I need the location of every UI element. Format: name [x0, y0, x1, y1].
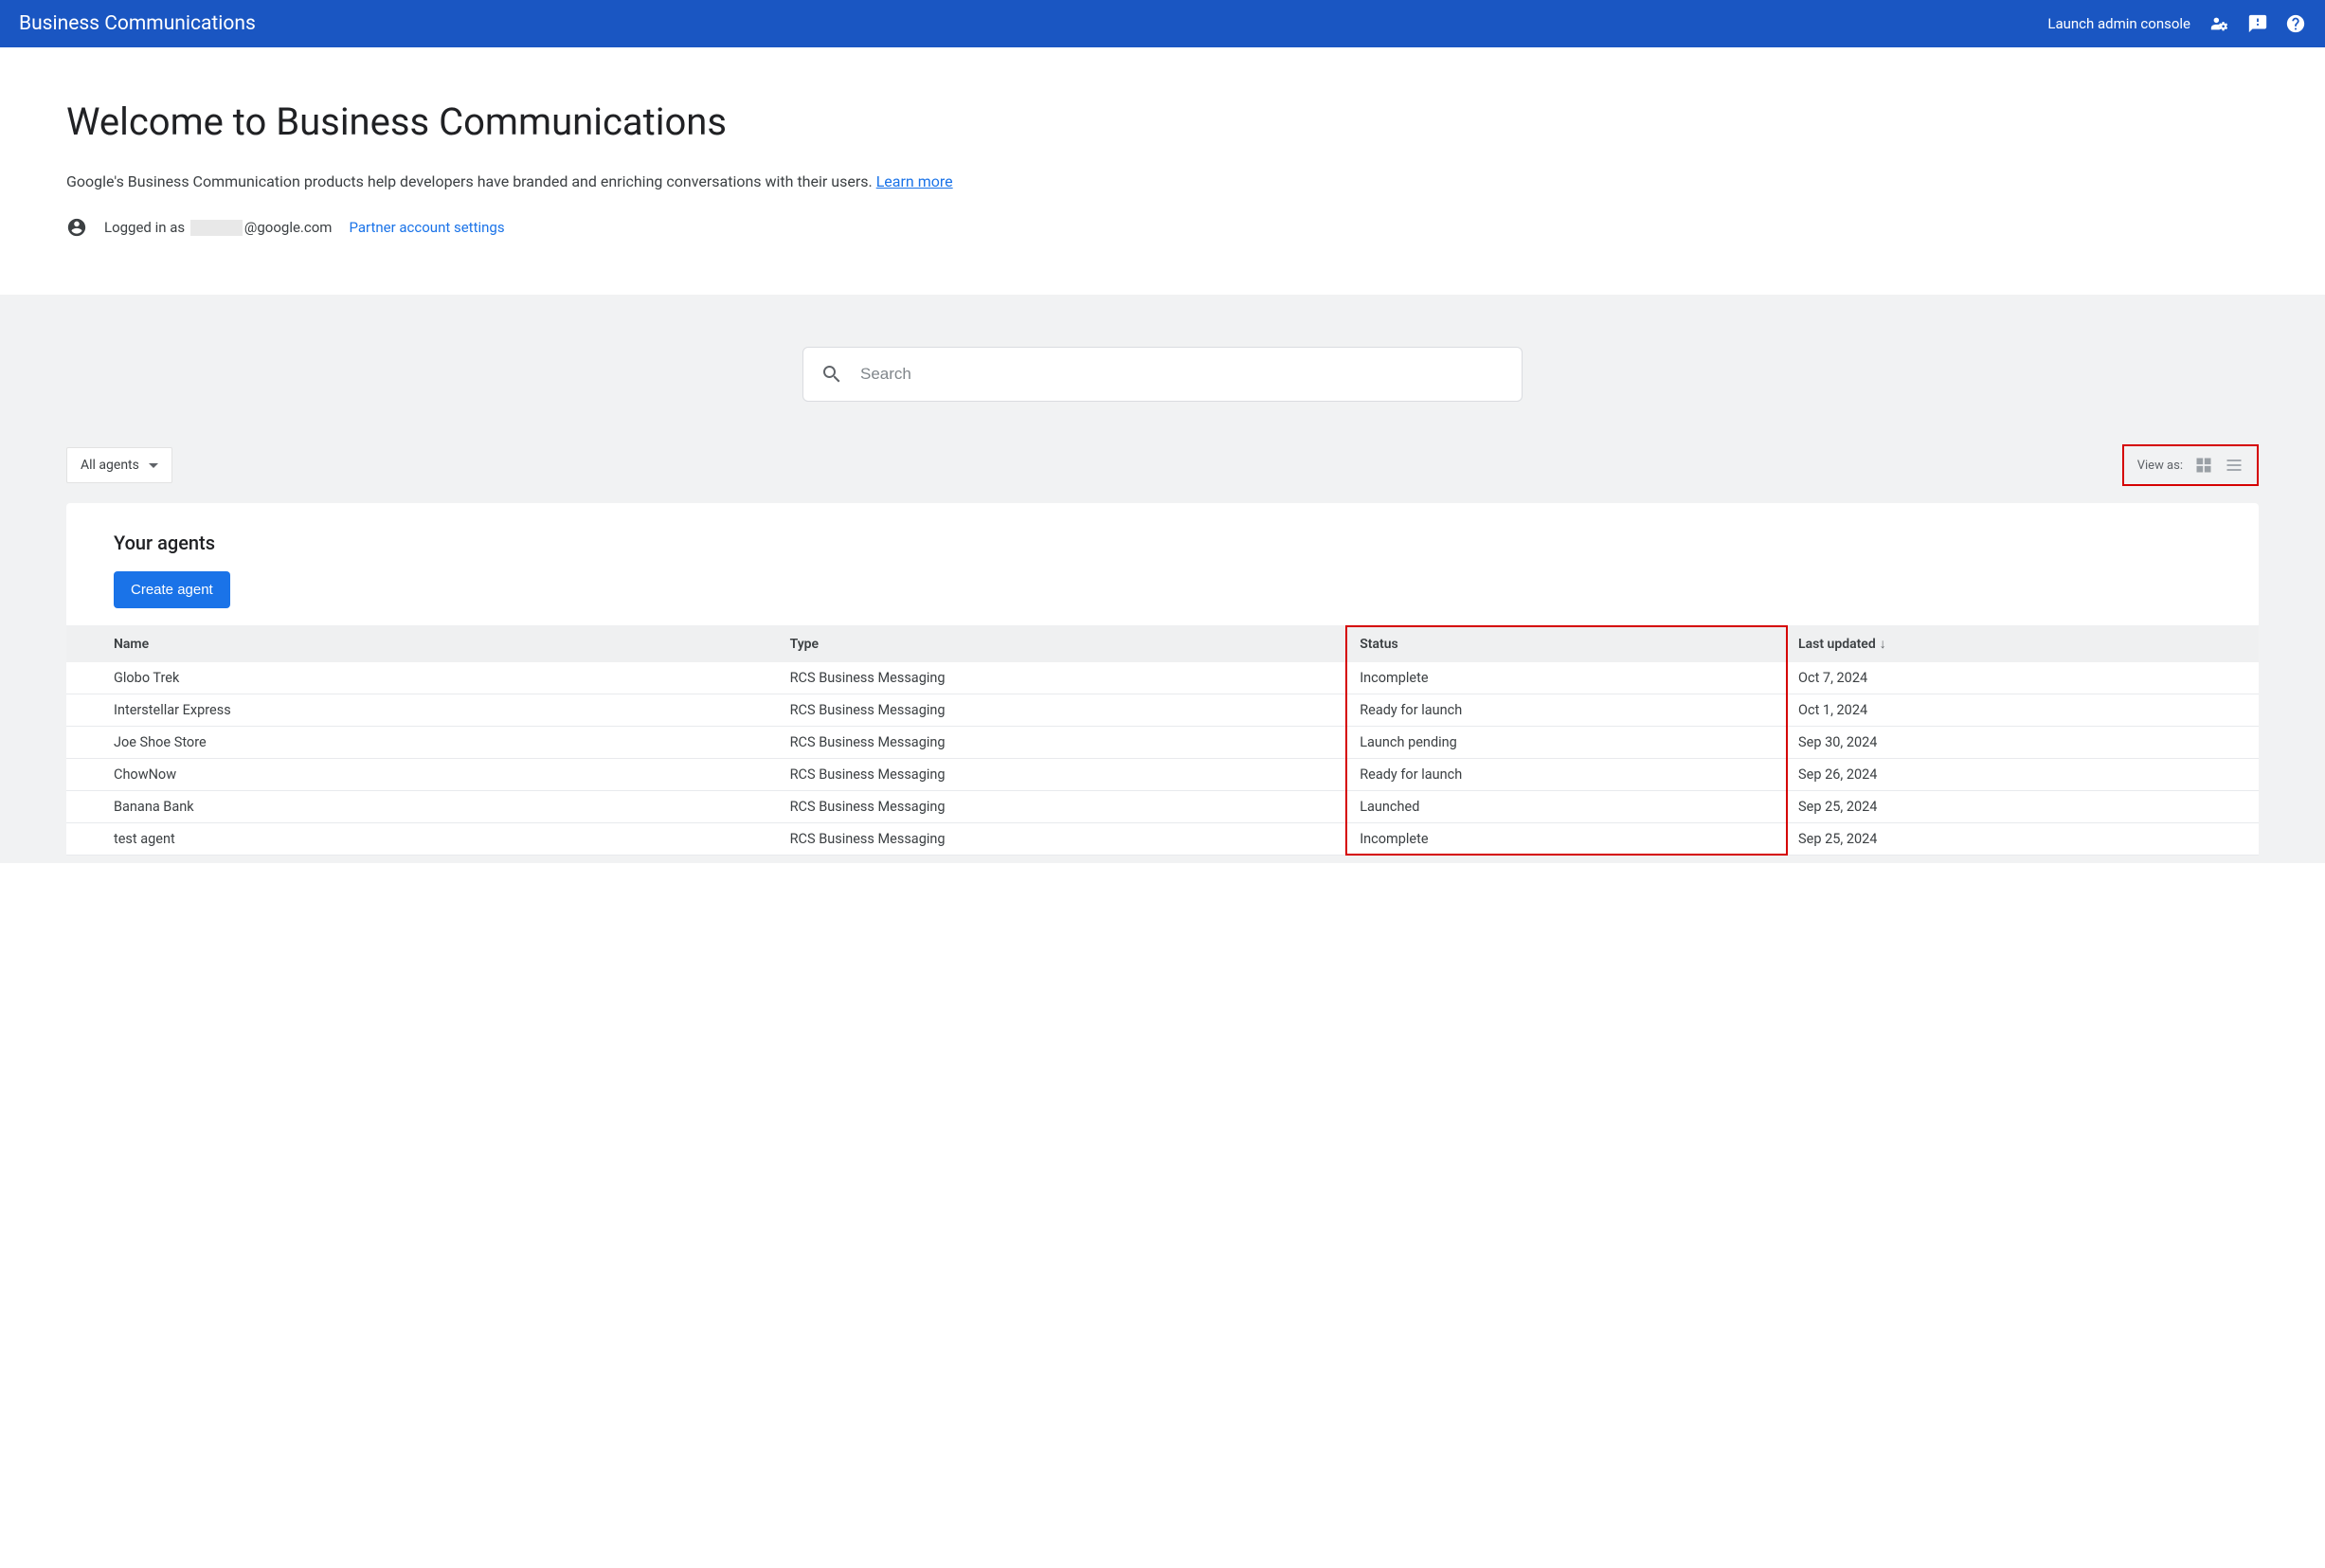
cell-name: Interstellar Express [66, 694, 790, 727]
search-box[interactable] [802, 347, 1523, 402]
cell-type: RCS Business Messaging [790, 662, 1361, 694]
main-section: All agents View as: Your agents Create a… [0, 295, 2325, 863]
table-row[interactable]: ChowNowRCS Business MessagingReady for l… [66, 759, 2259, 791]
view-as-label: View as: [2137, 459, 2183, 473]
learn-more-link[interactable]: Learn more [876, 172, 953, 190]
feedback-icon[interactable] [2247, 13, 2268, 34]
search-wrap [0, 347, 2325, 402]
agents-title: Your agents [114, 532, 2211, 554]
table-row[interactable]: test agentRCS Business MessagingIncomple… [66, 823, 2259, 856]
help-icon[interactable] [2285, 13, 2306, 34]
cell-status: Ready for launch [1360, 694, 1798, 727]
welcome-desc-text: Google's Business Communication products… [66, 172, 876, 190]
cell-name: ChowNow [66, 759, 790, 791]
cell-updated: Sep 25, 2024 [1798, 823, 2259, 856]
list-view-icon[interactable] [2225, 456, 2244, 475]
cell-status: Incomplete [1360, 662, 1798, 694]
agents-card: Your agents Create agent Name Type Statu… [66, 503, 2259, 856]
cell-updated: Sep 26, 2024 [1798, 759, 2259, 791]
cell-name: Banana Bank [66, 791, 790, 823]
search-input[interactable] [860, 365, 1505, 384]
logged-prefix: Logged in as [104, 219, 185, 236]
app-title: Business Communications [19, 12, 256, 35]
search-icon [820, 363, 843, 386]
header-right: Launch admin console [2047, 13, 2306, 34]
cell-type: RCS Business Messaging [790, 727, 1361, 759]
chevron-down-icon [149, 463, 158, 468]
cell-name: Joe Shoe Store [66, 727, 790, 759]
intro-section: Welcome to Business Communications Googl… [0, 47, 2325, 295]
col-type[interactable]: Type [790, 625, 1361, 662]
agents-table: Name Type Status Last updated ↓ Globo Tre… [66, 625, 2259, 856]
agents-table-container: Name Type Status Last updated ↓ Globo Tre… [66, 625, 2259, 856]
logged-suffix: @google.com [244, 219, 333, 236]
agent-filter-dropdown[interactable]: All agents [66, 447, 172, 483]
col-updated-label: Last updated [1798, 637, 1876, 652]
welcome-title: Welcome to Business Communications [66, 99, 2259, 144]
agents-header: Your agents Create agent [66, 532, 2259, 625]
table-row[interactable]: Globo TrekRCS Business MessagingIncomple… [66, 662, 2259, 694]
col-status[interactable]: Status [1360, 625, 1798, 662]
cell-status: Incomplete [1360, 823, 1798, 856]
col-name[interactable]: Name [66, 625, 790, 662]
account-icon [66, 217, 87, 238]
cell-name: Globo Trek [66, 662, 790, 694]
table-header-row: Name Type Status Last updated ↓ [66, 625, 2259, 662]
cell-updated: Sep 30, 2024 [1798, 727, 2259, 759]
cell-type: RCS Business Messaging [790, 823, 1361, 856]
grid-view-icon[interactable] [2194, 456, 2213, 475]
redacted-username [190, 220, 243, 236]
app-header: Business Communications Launch admin con… [0, 0, 2325, 47]
cell-status: Ready for launch [1360, 759, 1798, 791]
cell-updated: Oct 7, 2024 [1798, 662, 2259, 694]
cell-status: Launched [1360, 791, 1798, 823]
header-icons [2209, 13, 2306, 34]
cell-type: RCS Business Messaging [790, 759, 1361, 791]
col-updated[interactable]: Last updated ↓ [1798, 625, 2259, 662]
create-agent-button[interactable]: Create agent [114, 571, 230, 608]
table-row[interactable]: Interstellar ExpressRCS Business Messagi… [66, 694, 2259, 727]
filter-label: All agents [81, 458, 139, 473]
cell-status: Launch pending [1360, 727, 1798, 759]
view-toggle-highlighted: View as: [2122, 444, 2259, 486]
partner-account-settings-link[interactable]: Partner account settings [349, 219, 504, 236]
cell-type: RCS Business Messaging [790, 694, 1361, 727]
user-settings-icon[interactable] [2209, 13, 2230, 34]
cell-updated: Oct 1, 2024 [1798, 694, 2259, 727]
toolbar: All agents View as: [0, 444, 2325, 486]
admin-console-link[interactable]: Launch admin console [2047, 15, 2190, 32]
welcome-description: Google's Business Communication products… [66, 172, 2259, 190]
cell-updated: Sep 25, 2024 [1798, 791, 2259, 823]
sort-down-icon: ↓ [1880, 636, 1886, 652]
cell-name: test agent [66, 823, 790, 856]
logged-in-text: Logged in as @google.com [104, 219, 332, 237]
cell-type: RCS Business Messaging [790, 791, 1361, 823]
user-info-row: Logged in as @google.com Partner account… [66, 217, 2259, 238]
table-row[interactable]: Banana BankRCS Business MessagingLaunche… [66, 791, 2259, 823]
table-row[interactable]: Joe Shoe StoreRCS Business MessagingLaun… [66, 727, 2259, 759]
